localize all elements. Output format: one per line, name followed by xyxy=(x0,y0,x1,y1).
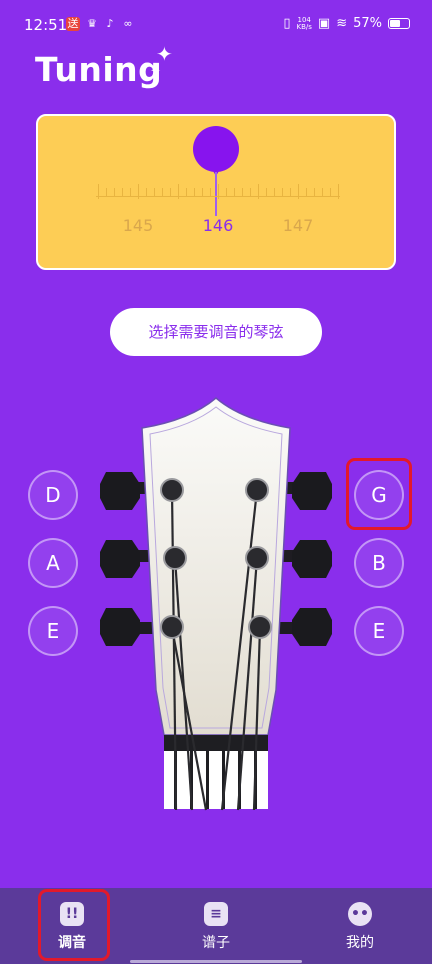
tuner-peg-b xyxy=(292,540,332,578)
home-indicator[interactable] xyxy=(130,960,302,963)
sheet-music-icon: ≡ xyxy=(204,902,228,926)
string-button-e-high[interactable]: E xyxy=(354,606,404,656)
string-button-a[interactable]: A xyxy=(28,538,78,588)
string-button-d[interactable]: D xyxy=(28,470,78,520)
nav-label-sheet-music: 谱子 xyxy=(202,935,230,951)
highlight-box-tuning xyxy=(38,889,110,961)
nav-item-profile[interactable]: •• 我的 xyxy=(320,902,400,952)
tuner-peg-e-low xyxy=(100,608,140,646)
highlight-box-g xyxy=(346,458,412,530)
nav-item-sheet-music[interactable]: ≡ 谱子 xyxy=(176,902,256,952)
tuner-peg-g xyxy=(292,472,332,510)
tuner-peg-d xyxy=(100,472,140,510)
tuner-peg-e-high xyxy=(292,608,332,646)
nav-label-profile: 我的 xyxy=(346,935,374,951)
tuner-peg-a xyxy=(100,540,140,578)
string-button-e-low[interactable]: E xyxy=(28,606,78,656)
profile-icon: •• xyxy=(348,902,372,926)
string-button-b[interactable]: B xyxy=(354,538,404,588)
